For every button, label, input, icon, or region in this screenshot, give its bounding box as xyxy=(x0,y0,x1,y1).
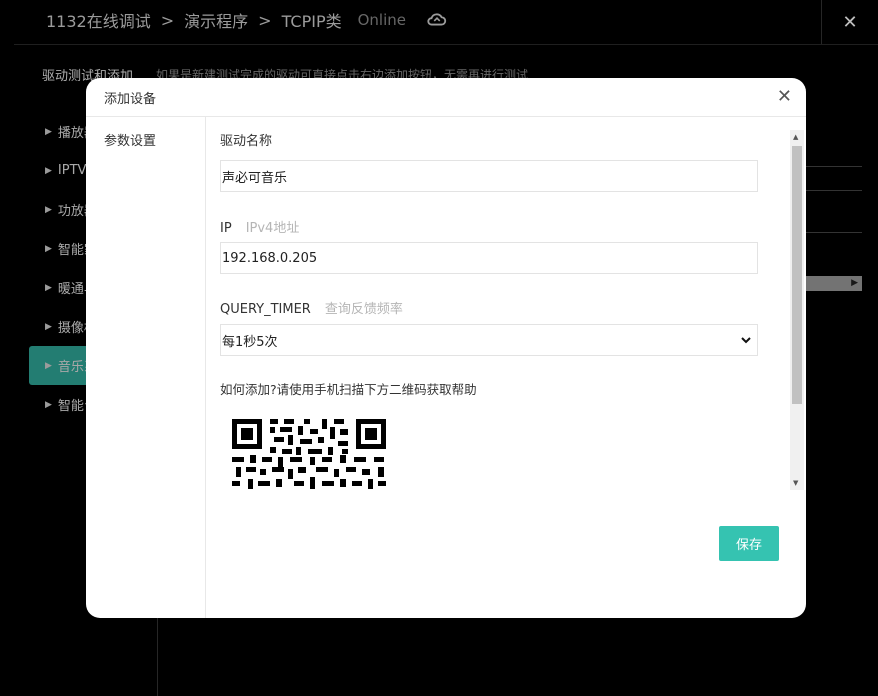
nav-item-parameter-settings[interactable]: 参数设置 xyxy=(86,117,205,149)
field-label-text: IP xyxy=(220,221,232,236)
ip-label: IP IPv4地址 xyxy=(220,217,299,236)
add-device-dialog: 添加设备 ✕ 参数设置 驱动名称 声必可音乐 IP IPv4地址 192.168.… xyxy=(86,78,806,618)
help-text: 如何添加?请使用手机扫描下方二维码获取帮助 xyxy=(220,382,477,397)
chevron-down-icon xyxy=(741,337,751,344)
select-value: 每1秒5次 xyxy=(222,334,278,350)
field-label-text: 驱动名称 xyxy=(220,134,273,149)
close-icon[interactable]: ✕ xyxy=(777,86,792,107)
form-area: 驱动名称 声必可音乐 IP IPv4地址 192.168.0.205 QUERY_… xyxy=(206,117,790,491)
dialog-title: 添加设备 xyxy=(104,92,157,107)
ip-input[interactable]: 192.168.0.205 xyxy=(220,242,758,274)
field-sublabel: IPv4地址 xyxy=(245,221,300,236)
dialog-header: 添加设备 ✕ xyxy=(86,78,806,117)
driver-name-label: 驱动名称 xyxy=(220,130,272,149)
scrollbar-thumb[interactable] xyxy=(792,146,802,404)
input-value: 声必可音乐 xyxy=(222,170,288,186)
input-value: 192.168.0.205 xyxy=(222,250,318,266)
driver-name-input[interactable]: 声必可音乐 xyxy=(220,160,758,192)
arrow-down-icon[interactable]: ▼ xyxy=(793,479,798,487)
query-timer-label: QUERY_TIMER 查询反馈频率 xyxy=(220,298,403,317)
query-timer-select[interactable]: 每1秒5次 xyxy=(220,324,758,356)
save-button[interactable]: 保存 xyxy=(719,526,779,561)
field-sublabel: 查询反馈频率 xyxy=(324,302,403,317)
qr-code-image xyxy=(230,417,390,491)
dialog-nav: 参数设置 xyxy=(86,117,206,618)
arrow-up-icon[interactable]: ▲ xyxy=(793,133,798,141)
vertical-scrollbar[interactable]: ▲ ▼ xyxy=(790,130,804,490)
field-label-text: QUERY_TIMER xyxy=(220,302,311,317)
